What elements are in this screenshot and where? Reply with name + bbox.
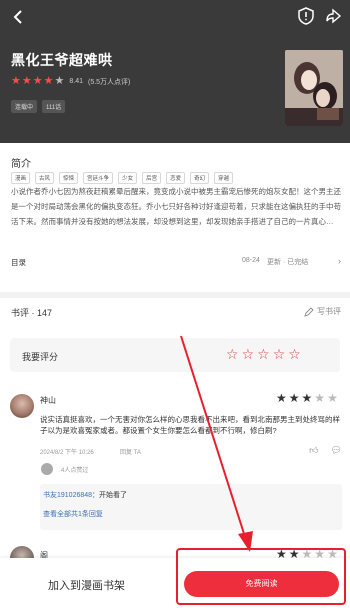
reviewer-name[interactable]: 神山 xyxy=(40,395,56,406)
rate-stars: ☆ ☆ ☆ ☆ ☆ xyxy=(226,347,301,361)
update-status: 更新 · 已完结 xyxy=(267,259,309,266)
star-empty-icon: ★ xyxy=(327,391,338,405)
rating-stars: ★ ★ ★ ★ ★ xyxy=(11,76,64,87)
book-description[interactable]: 小说作者乔小七因为熬夜赶稿累晕后醒来，竟变成小说中被男主霸宠后惨死的炮灰女配！这… xyxy=(11,184,341,229)
top-bar xyxy=(0,0,350,36)
star-icon: ★ xyxy=(43,75,54,87)
genre-tag[interactable]: 奇幻 xyxy=(190,172,210,184)
book-header: 黑化王爷超难哄 ★ ★ ★ ★ ★ 8.41 (5.5万人点评) 连载中 111… xyxy=(0,0,350,143)
update-date: 08-24 xyxy=(242,257,260,264)
reply-box: 书友191026848：开始看了 查看全部共1条回复 xyxy=(40,484,342,530)
review-header: 书评 · 147 写书评 xyxy=(11,306,341,320)
genre-tags: 漫画 古风 惊悚 宫廷斗争 少女 后宫 恋爱 奇幻 穿越 xyxy=(11,172,234,184)
review-actions: 👍︎ 💬︎ xyxy=(309,445,342,456)
book-cover-image[interactable] xyxy=(285,50,343,126)
review-date: 2024/8/2 下午 10:26 xyxy=(40,450,94,456)
review-meta: 2024/8/2 下午 10:26 回复 TA 👍︎ 💬︎ xyxy=(40,445,342,457)
review-item: 神山 ★ ★ ★ ★ ★ 说实话真挺喜欢，一个无害对你怎么样的心思我看不出来吧，… xyxy=(0,388,350,538)
pencil-icon xyxy=(304,306,314,317)
back-arrow-icon xyxy=(13,10,22,24)
star-empty-icon: ★ xyxy=(314,391,326,405)
star-outline-icon[interactable]: ☆ xyxy=(288,347,301,361)
rating-count: (5.5万人点评) xyxy=(88,78,131,86)
bottom-action-bar: 加入到漫画书架 免费阅读 xyxy=(0,558,350,608)
intro-heading: 简介 xyxy=(11,159,31,170)
avatar xyxy=(40,462,54,476)
reply-text: ：开始看了 xyxy=(92,492,128,499)
genre-tag[interactable]: 古风 xyxy=(35,172,55,184)
liker-avatars xyxy=(40,462,54,476)
star-icon: ★ xyxy=(276,391,287,405)
shield-alert-icon xyxy=(298,7,314,25)
share-icon xyxy=(326,8,342,24)
view-all-replies-link[interactable]: 查看全部共1条回复 xyxy=(43,509,103,519)
status-chips: 连载中 111话 xyxy=(11,100,66,113)
section-divider xyxy=(0,292,350,298)
star-outline-icon[interactable]: ☆ xyxy=(226,347,239,361)
avatar[interactable] xyxy=(10,394,34,418)
chapter-count-chip: 111话 xyxy=(42,100,66,113)
free-read-button[interactable]: 免费阅读 xyxy=(184,571,339,597)
review-text[interactable]: 说实话真挺喜欢，一个无害对你怎么样的心思我看不出来吧，看到北南那男主到处终骂的样… xyxy=(40,414,342,436)
genre-tag[interactable]: 惊悚 xyxy=(59,172,79,184)
star-icon: ★ xyxy=(301,391,313,405)
reply-link[interactable]: 回复 TA xyxy=(120,447,141,456)
star-outline-icon[interactable]: ☆ xyxy=(257,347,270,361)
star-outline-icon[interactable]: ☆ xyxy=(242,347,255,361)
genre-tag[interactable]: 恋爱 xyxy=(166,172,186,184)
star-icon: ★ xyxy=(288,391,300,405)
rating-row: ★ ★ ★ ★ ★ 8.41 (5.5万人点评) xyxy=(11,76,130,87)
genre-tag[interactable]: 漫画 xyxy=(11,172,31,184)
report-button[interactable] xyxy=(296,6,316,26)
rating-score: 8.41 xyxy=(69,78,83,85)
likes-row[interactable]: 4人点赞过 xyxy=(40,462,88,476)
star-icon: ★ xyxy=(21,75,32,87)
reply-username[interactable]: 书友191026848 xyxy=(43,492,92,499)
review-stars: ★ ★ ★ ★ ★ xyxy=(276,392,338,404)
book-title: 黑化王爷超难哄 xyxy=(11,52,113,68)
chevron-right-icon: › xyxy=(338,256,341,266)
back-button[interactable] xyxy=(8,6,30,28)
likes-text: 4人点赞过 xyxy=(61,467,89,474)
write-review-button[interactable]: 写书评 xyxy=(304,306,341,317)
star-outline-icon[interactable]: ☆ xyxy=(273,347,286,361)
status-chip: 连载中 xyxy=(11,100,38,113)
thumbs-up-icon[interactable]: 👍︎ xyxy=(309,445,318,456)
genre-tag[interactable]: 穿越 xyxy=(214,172,234,184)
review-section-title: 书评 · 147 xyxy=(11,308,53,318)
comment-icon[interactable]: 💬︎ xyxy=(331,445,342,456)
star-icon: ★ xyxy=(32,75,43,87)
genre-tag[interactable]: 后宫 xyxy=(142,172,162,184)
star-icon: ★ xyxy=(11,75,21,87)
catalog-row[interactable]: 目录 08-24 更新 · 已完结 › xyxy=(11,256,341,270)
add-to-shelf-button[interactable]: 加入到漫画书架 xyxy=(48,577,125,593)
catalog-label: 目录 xyxy=(11,258,26,267)
my-rating-label: 我要评分 xyxy=(22,352,59,362)
genre-tag[interactable]: 少女 xyxy=(118,172,138,184)
reply-line[interactable]: 书友191026848：开始看了 xyxy=(43,490,127,500)
cover-artwork xyxy=(285,50,343,126)
write-review-label: 写书评 xyxy=(317,307,341,316)
star-empty-icon: ★ xyxy=(54,75,65,87)
my-rating-box: 我要评分 ☆ ☆ ☆ ☆ ☆ xyxy=(10,338,340,372)
genre-tag[interactable]: 宫廷斗争 xyxy=(83,172,114,184)
share-button[interactable] xyxy=(324,6,344,26)
